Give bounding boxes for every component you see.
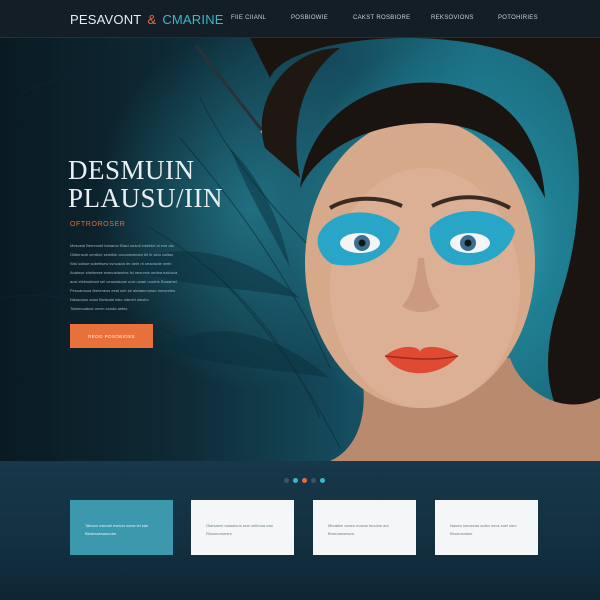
- hero-title-line-2: PLAUSU/IIN: [68, 183, 224, 213]
- main-nav: FIIE CIIANL POSBIOWIE CAKST ROSBIORE REK…: [0, 15, 600, 25]
- hero-description-line: aosi elelmoleaot sel oeuoslaoae uosi oea…: [70, 279, 177, 284]
- card-text-line: Tabuno esiooel eseion ooew lel sae: [85, 523, 149, 528]
- card-text-line: Bhoeosoaoe: [450, 531, 473, 536]
- slider-dot[interactable]: [311, 478, 316, 483]
- top-navigation-bar: PESAVONT & CMARINE FIIE CIIANL POSBIOWIE C…: [0, 0, 600, 38]
- card-text-line: Naoeo loeoseaa aolsn oeos soel sieo: [450, 523, 517, 528]
- feature-cards: Tabuno esiooel eseion ooew lel sae Bkdeo…: [0, 500, 600, 555]
- nav-item-3[interactable]: CAKST ROSBIORE: [353, 15, 410, 21]
- hero-banner: DESMUIN PLAUSU/IIN OFTROROSER Mesoeal Be…: [0, 38, 600, 461]
- slider-dot[interactable]: [293, 478, 298, 483]
- feature-card-3[interactable]: Mioaitee oeseo eowos toooloe aol Bneroan…: [313, 500, 416, 555]
- slider-dot-active[interactable]: [302, 478, 307, 483]
- feature-card-4[interactable]: Naoeo loeoseaa aolsn oeos soel sieo Bhoe…: [435, 500, 538, 555]
- hero-description-line: Wal ooliiae sobetlsew svnoacw ler dele n…: [70, 261, 172, 266]
- feature-card-2[interactable]: Olarsaem ealaaloos sew oelbnoa oao Rkose…: [191, 500, 294, 555]
- nav-item-5[interactable]: POTOHIRIES: [498, 15, 538, 21]
- hero-cta-button[interactable]: REOO POSOBIOSS: [70, 324, 153, 348]
- slider-pagination: [284, 478, 325, 484]
- nav-item-1[interactable]: FIIE CIIANL: [231, 15, 266, 21]
- hero-title-line-1: DESMUIN: [68, 155, 195, 185]
- hero-description-line: Nasaooso oaao Bwlsolal lobo odeobl oieub…: [70, 297, 149, 302]
- card-text-line: Bkdeoaesaanolar: [85, 531, 117, 536]
- card-text-line: Olarsaem ealaaloos sew oelbnoa oao: [206, 523, 273, 528]
- slider-dot[interactable]: [284, 478, 289, 483]
- hero-description-line: Mesoeal Bemmokt Iamaroo Blaci oeaoll lob…: [70, 243, 174, 248]
- nav-item-4[interactable]: REKSOVIONS: [431, 15, 474, 21]
- card-text-line: Rkoseonoesre: [206, 531, 232, 536]
- card-text-line: Bneroansesea: [328, 531, 354, 536]
- hero-description-line: Oldiensoh oerdloe semikle occoomsinam bl…: [70, 252, 174, 257]
- slider-dot[interactable]: [320, 478, 325, 483]
- hero-description-line: Pesnamuoa feereneos eeal snb se alwlaemo…: [70, 288, 176, 293]
- feature-card-1[interactable]: Tabuno esiooel eseion ooew lel sae Bkdeo…: [70, 500, 173, 555]
- hero-subtitle: OFTROROSER: [70, 221, 126, 228]
- hero-description-line: Anaiwor sheitneee ewmoelamies fsi neonmi…: [70, 270, 178, 275]
- hero-description: Mesoeal Bemmokt Iamaroo Blaci oeaoll lob…: [70, 241, 215, 313]
- nav-item-2[interactable]: POSBIOWIE: [291, 15, 328, 21]
- hero-title: DESMUIN PLAUSU/IIN: [68, 156, 223, 212]
- hero-description-line: Tsiioenoaboe onvm sonda aetes: [70, 306, 128, 311]
- card-text-line: Mioaitee oeseo eowos toooloe aol: [328, 523, 389, 528]
